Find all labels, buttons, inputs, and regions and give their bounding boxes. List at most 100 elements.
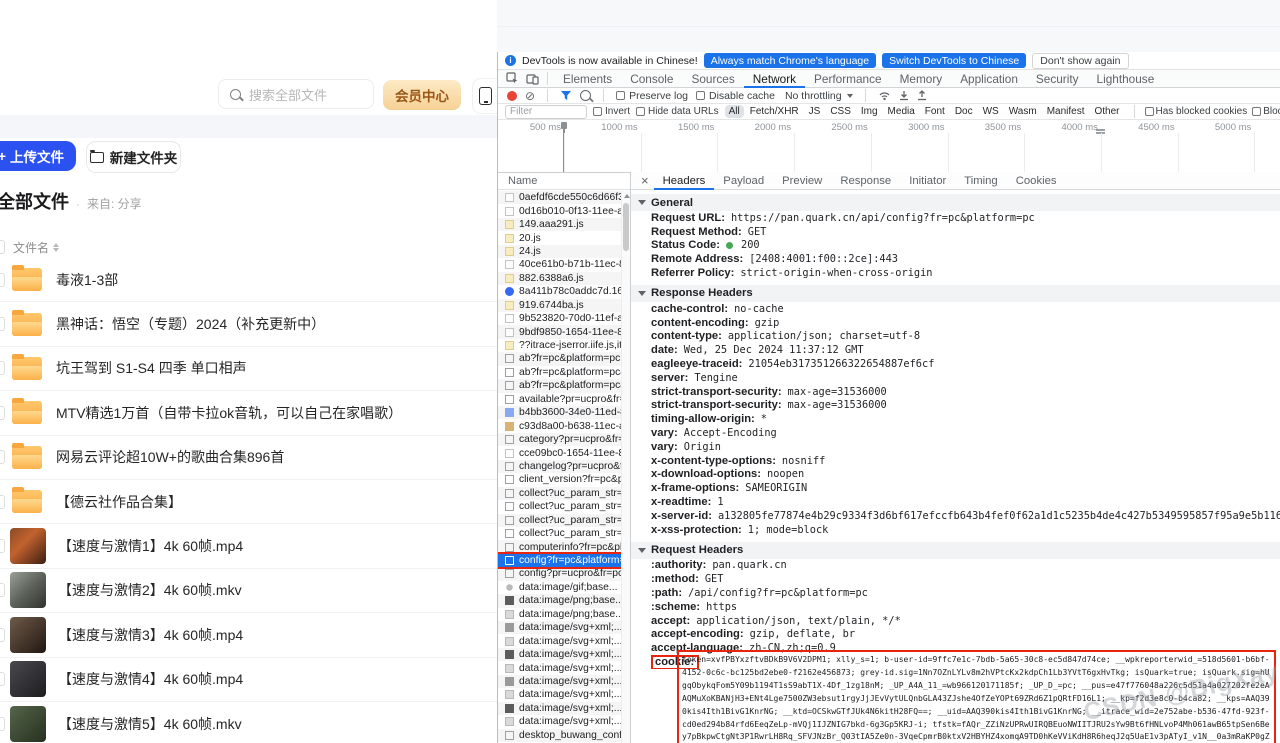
request-row[interactable]: data:image/png;base... [498,594,621,607]
file-checkbox-fragment[interactable] [0,317,5,331]
dont-show-again-button[interactable]: Don't show again [1032,53,1128,69]
request-row[interactable]: ab?fr=pc&platform=pc [498,352,621,365]
sort-icon[interactable] [53,243,59,252]
section-header[interactable]: Request Headers [631,542,1280,559]
label-has-blocked-cookies[interactable]: Has blocked cookies [1156,106,1248,117]
file-row[interactable]: MTV精选1万首（自带卡拉ok音轨，可以自己在家唱歌） [0,391,497,435]
import-har-icon[interactable] [899,90,909,101]
request-row[interactable]: data:image/svg+xml;... [498,661,621,674]
filter-type-ws[interactable]: WS [979,105,1003,118]
filter-toggle-icon[interactable] [560,90,572,101]
search-network-icon[interactable] [580,90,591,101]
filter-type-manifest[interactable]: Manifest [1043,105,1089,118]
file-checkbox-fragment[interactable] [0,361,5,375]
request-row[interactable]: 40ce61b0-b71b-11ec-8bef-d. [498,258,621,271]
request-row[interactable]: data:image/svg+xml;... [498,648,621,661]
request-row[interactable]: desktop_buwang_config?fr=p [498,729,621,742]
hide-data-urls-label[interactable]: Hide data URLs [648,106,719,117]
checkbox-has-blocked-cookies[interactable] [1145,107,1154,116]
file-checkbox-fragment[interactable] [0,539,5,553]
request-row[interactable]: data:image/svg+xml;... [498,715,621,728]
section-header[interactable]: Response Headers [631,285,1280,302]
device-toolbar-icon[interactable] [523,71,541,87]
request-row[interactable]: c93d8a00-b638-11ec-ab3a-6 [498,419,621,432]
request-row[interactable]: 149.aaa291.js [498,218,621,231]
file-row[interactable]: 【速度与激情3】4k 60帧.mp4 [0,613,497,657]
file-checkbox-fragment[interactable] [0,450,5,464]
file-checkbox-fragment[interactable] [0,495,5,509]
inspect-element-icon[interactable] [503,71,521,87]
throttling-select[interactable]: No throttling [785,90,842,102]
filter-type-other[interactable]: Other [1090,105,1123,118]
request-row[interactable]: changelog?pr=ucpro&fr=pc& [498,460,621,473]
filter-input[interactable]: Filter [505,105,587,119]
switch-to-chinese-button[interactable]: Switch DevTools to Chinese [882,53,1026,68]
filter-type-fetch-xhr[interactable]: Fetch/XHR [746,105,803,118]
name-column-header[interactable]: Name [498,172,630,190]
request-row[interactable]: collect?uc_param_str=dndsfr [498,500,621,513]
filter-type-js[interactable]: JS [805,105,825,118]
request-row[interactable]: 0aefdf6cde550c6d66f30ccfbe [498,191,621,204]
tab-console[interactable]: Console [621,70,682,88]
request-row[interactable]: data:image/svg+xml;... [498,621,621,634]
new-folder-button[interactable]: 新建文件夹 [86,141,181,173]
details-tab-cookies[interactable]: Cookies [1007,172,1066,190]
request-row[interactable]: 8a411b78c0addc7d.16x16.svg [498,285,621,298]
filter-type-doc[interactable]: Doc [951,105,977,118]
clear-network-log-icon[interactable]: ⊘ [525,90,535,102]
file-row[interactable]: 【德云社作品合集】 [0,480,497,524]
checkbox-blocked-requests[interactable] [1252,107,1261,116]
disable-cache-label[interactable]: Disable cache [709,90,775,102]
file-row[interactable]: 【速度与激情1】4k 60帧.mp4 [0,524,497,568]
upload-file-button[interactable]: + 上传文件 [0,141,76,171]
request-row[interactable]: config?pr=ucpro&fr=pc&uc_ [498,567,621,580]
request-row[interactable]: data:image/svg+xml;... [498,634,621,647]
request-row[interactable]: ab?fr=pc&platform=pc&fram [498,379,621,392]
file-row[interactable]: 坑王驾到 S1-S4 四季 单口相声 [0,347,497,391]
filter-type-img[interactable]: Img [857,105,882,118]
file-row[interactable]: 网易云评论超10W+的歌曲合集896首 [0,436,497,480]
file-checkbox-fragment[interactable] [0,406,5,420]
tab-security[interactable]: Security [1027,70,1088,88]
file-checkbox-fragment[interactable] [0,583,5,597]
details-tab-initiator[interactable]: Initiator [900,172,955,190]
filter-type-font[interactable]: Font [921,105,949,118]
request-row[interactable]: ab?fr=pc&platform=pc&fram [498,366,621,379]
details-tab-headers[interactable]: Headers [654,172,715,190]
request-row[interactable]: cce09bc0-1654-11ee-81e7-a [498,446,621,459]
invert-label[interactable]: Invert [605,106,630,117]
tab-performance[interactable]: Performance [805,70,891,88]
search-input[interactable]: 搜索全部文件 [218,79,374,109]
filter-type-all[interactable]: All [725,105,744,118]
tab-application[interactable]: Application [951,70,1027,88]
request-row[interactable]: collect?uc_param_str=dndsfr [498,527,621,540]
request-row[interactable]: 919.6744ba.js [498,299,621,312]
request-row[interactable]: data:image/svg+xml;... [498,675,621,688]
tab-elements[interactable]: Elements [554,70,621,88]
disable-cache-checkbox[interactable] [696,91,705,100]
request-row[interactable]: data:image/svg+xml;... [498,702,621,715]
tab-memory[interactable]: Memory [891,70,952,88]
request-row[interactable]: data:image/gif;base... [498,581,621,594]
file-row[interactable]: 【速度与激情5】4k 60帧.mkv [0,702,497,743]
file-checkbox-fragment[interactable] [0,273,5,287]
label-blocked-requests[interactable]: Blocked Requests [1263,106,1280,117]
network-overview-timeline[interactable]: 500 ms1000 ms1500 ms2000 ms2500 ms3000 m… [498,120,1280,173]
request-row[interactable]: 9b523820-70d0-11ef-aa63-4 [498,312,621,325]
request-row[interactable]: collect?uc_param_str=dndsfr [498,514,621,527]
filter-type-css[interactable]: CSS [826,105,855,118]
tab-lighthouse[interactable]: Lighthouse [1088,70,1164,88]
request-row[interactable]: available?pr=ucpro&fr=pc&u [498,393,621,406]
request-row[interactable]: data:image/svg+xml;... [498,688,621,701]
file-checkbox-fragment[interactable] [0,717,5,731]
request-row[interactable]: category?pr=ucpro&fr=pc&u [498,433,621,446]
request-row[interactable]: data:image/png;base... [498,608,621,621]
scroll-up-icon[interactable] [624,194,630,198]
invert-checkbox[interactable] [593,107,602,116]
match-language-button[interactable]: Always match Chrome's language [704,53,876,68]
details-tab-timing[interactable]: Timing [955,172,1006,190]
file-row[interactable]: 【速度与激情4】4k 60帧.mp4 [0,658,497,702]
tab-network[interactable]: Network [744,70,805,88]
file-checkbox-fragment[interactable] [0,672,5,686]
request-row[interactable]: ??itrace-jserror.iife.js,itrace-in [498,339,621,352]
